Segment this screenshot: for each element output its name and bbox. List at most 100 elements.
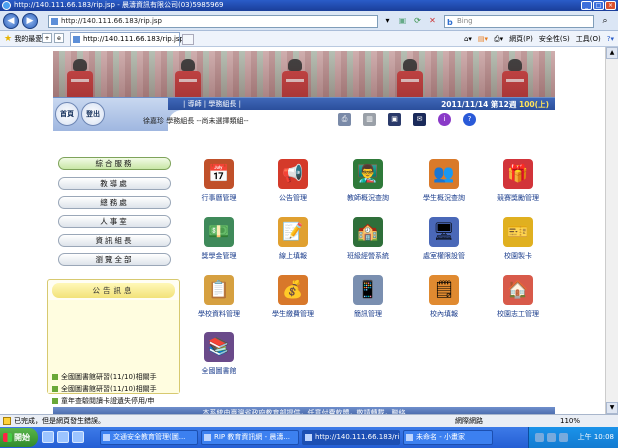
- payment-icon[interactable]: 💰: [278, 275, 308, 305]
- function-label[interactable]: 校園志工管理: [485, 309, 551, 319]
- function-item[interactable]: 🎫 校園製卡: [485, 217, 551, 265]
- start-button[interactable]: 開始: [0, 428, 38, 447]
- menu-it-head[interactable]: 資訊組長: [58, 234, 171, 247]
- function-label[interactable]: 全國圖書館: [186, 366, 252, 376]
- new-tab-button[interactable]: [182, 34, 194, 45]
- id-card-icon[interactable]: 🎫: [503, 217, 533, 247]
- function-item[interactable]: 📝 線上填報: [260, 217, 326, 265]
- permission-window-icon[interactable]: 🖥: [429, 217, 459, 247]
- url-input[interactable]: http://140.111.66.183/rip.jsp: [48, 15, 378, 28]
- browser-tab[interactable]: http://140.111.66.183/rip.jsp: [70, 32, 184, 46]
- zoom-level[interactable]: 110%: [560, 415, 580, 427]
- function-item[interactable]: 📱 簡訊管理: [335, 275, 401, 323]
- forward-button[interactable]: ▶: [22, 13, 38, 29]
- taskbar-item[interactable]: http://140.111.66.183/rip...: [302, 430, 400, 445]
- function-label[interactable]: 校園製卡: [485, 251, 551, 261]
- home-button[interactable]: 首頁: [55, 102, 79, 126]
- menu-page[interactable]: 網頁(P): [509, 34, 533, 44]
- function-label[interactable]: 行事曆管理: [186, 193, 252, 203]
- function-item[interactable]: 📢 公告管理: [260, 159, 326, 207]
- menu-general-affairs[interactable]: 總務處: [58, 196, 171, 209]
- function-label[interactable]: 競賽獎勵管理: [485, 193, 551, 203]
- function-label[interactable]: 線上填報: [260, 251, 326, 261]
- function-item[interactable]: 🏠 校園志工管理: [485, 275, 551, 323]
- quicklaunch-icon[interactable]: [42, 431, 54, 443]
- quicklaunch-icon[interactable]: [57, 431, 69, 443]
- favorites-button[interactable]: ★ 我的最愛: [4, 34, 42, 44]
- function-item[interactable]: 📋 學校資料管理: [186, 275, 252, 323]
- add-favorite-icon[interactable]: +: [42, 33, 52, 43]
- menu-tools[interactable]: 工具(O): [576, 34, 601, 44]
- gift-icon[interactable]: 🎁: [503, 159, 533, 189]
- tray-icon[interactable]: [559, 433, 568, 442]
- suggested-sites-icon[interactable]: e: [54, 33, 64, 43]
- taskbar-item[interactable]: 未命名 - 小畫家: [403, 430, 493, 445]
- home-icon[interactable]: ⌂▾: [464, 34, 472, 44]
- money-box-icon[interactable]: 💵: [204, 217, 234, 247]
- function-label[interactable]: 處室權限設管: [411, 251, 477, 261]
- print-icon[interactable]: ⎙▾: [494, 34, 503, 44]
- calendar-board-icon[interactable]: 📅: [204, 159, 234, 189]
- function-label[interactable]: 獎學金管理: [186, 251, 252, 261]
- function-label[interactable]: 教師概況查詢: [335, 193, 401, 203]
- back-button[interactable]: ◀: [3, 13, 19, 29]
- close-button[interactable]: ×: [605, 1, 616, 10]
- stop-icon[interactable]: ✕: [427, 15, 438, 26]
- function-item[interactable]: 🗒 校內填報: [411, 275, 477, 323]
- class-board-icon[interactable]: 🏫: [353, 217, 383, 247]
- notebook-icon[interactable]: ▥: [363, 113, 376, 126]
- function-label[interactable]: 班級經營系統: [335, 251, 401, 261]
- function-item[interactable]: 🖥 處室權限設管: [411, 217, 477, 265]
- maximize-button[interactable]: □: [593, 1, 604, 10]
- help-icon[interactable]: ?▾: [607, 34, 614, 44]
- taskbar-item[interactable]: 交通安全教育管理(圖...: [100, 430, 198, 445]
- scroll-up-icon[interactable]: ▲: [606, 47, 618, 59]
- function-item[interactable]: 👥 學生概況查詢: [411, 159, 477, 207]
- printer-icon[interactable]: ⎙: [338, 113, 351, 126]
- tray-icon[interactable]: [535, 433, 544, 442]
- function-item[interactable]: 👨‍🏫 教師概況查詢: [335, 159, 401, 207]
- announcement-item[interactable]: 童年查驗閱讀卡證遺失停用/申: [52, 396, 179, 407]
- function-item[interactable]: 📅 行事曆管理: [186, 159, 252, 207]
- menu-safety[interactable]: 安全性(S): [539, 34, 570, 44]
- menu-personnel[interactable]: 人事室: [58, 215, 171, 228]
- vertical-scrollbar[interactable]: ▲ ▼: [605, 47, 618, 414]
- function-item[interactable]: 🏫 班級經營系統: [335, 217, 401, 265]
- function-label[interactable]: 校內填報: [411, 309, 477, 319]
- menu-browse-all[interactable]: 瀏覽全部: [58, 253, 171, 266]
- quicklaunch-icon[interactable]: [72, 431, 84, 443]
- question-icon[interactable]: ?: [463, 113, 476, 126]
- sms-phone-icon[interactable]: 📱: [353, 275, 383, 305]
- function-item[interactable]: 📚 全國圖書館: [186, 332, 252, 380]
- refresh-icon[interactable]: ⟳: [412, 15, 423, 26]
- logout-button[interactable]: 登出: [81, 102, 105, 126]
- teacher-board-icon[interactable]: 👨‍🏫: [353, 159, 383, 189]
- search-go-icon[interactable]: ⌕: [598, 15, 612, 28]
- announcement-item[interactable]: 全國圖書館研習(11/10)相關手: [52, 384, 179, 395]
- students-icon[interactable]: 👥: [429, 159, 459, 189]
- scroll-down-icon[interactable]: ▼: [606, 402, 618, 414]
- function-item[interactable]: 🎁 競賽獎勵管理: [485, 159, 551, 207]
- feeds-icon[interactable]: ▤▾: [478, 34, 488, 44]
- menu-general-services[interactable]: 綜合服務: [58, 157, 171, 170]
- function-item[interactable]: 💵 獎學金管理: [186, 217, 252, 265]
- search-input[interactable]: b Bing: [444, 15, 594, 28]
- school-data-icon[interactable]: 📋: [204, 275, 234, 305]
- school-form-icon[interactable]: 🗒: [429, 275, 459, 305]
- function-label[interactable]: 學校資料管理: [186, 309, 252, 319]
- online-form-icon[interactable]: 📝: [278, 217, 308, 247]
- megaphone-icon[interactable]: 📢: [278, 159, 308, 189]
- dropdown-icon[interactable]: ▾: [382, 15, 393, 26]
- function-label[interactable]: 學生繳費管理: [260, 309, 326, 319]
- function-label[interactable]: 學生概況查詢: [411, 193, 477, 203]
- info-icon[interactable]: i: [438, 113, 451, 126]
- tray-icon[interactable]: [547, 433, 556, 442]
- function-item[interactable]: 💰 學生繳費管理: [260, 275, 326, 323]
- compat-view-icon[interactable]: ▣: [397, 15, 408, 26]
- announcement-item[interactable]: 全國圖書館研習(11/10)相關手: [52, 372, 179, 383]
- folder-icon[interactable]: ▣: [388, 113, 401, 126]
- function-label[interactable]: 公告管理: [260, 193, 326, 203]
- minimize-button[interactable]: _: [581, 1, 592, 10]
- taskbar-item[interactable]: RIP 教育資訊網 - 晨濤...: [201, 430, 299, 445]
- volunteer-house-icon[interactable]: 🏠: [503, 275, 533, 305]
